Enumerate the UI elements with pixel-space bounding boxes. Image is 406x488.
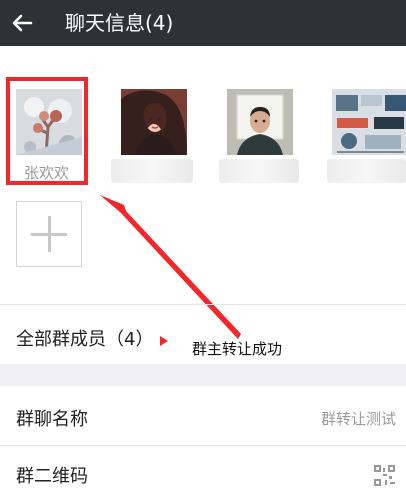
top-bar: 聊天信息(4) — [0, 0, 406, 46]
add-member-button[interactable] — [16, 201, 82, 267]
page-title: 聊天信息(4) — [65, 11, 174, 35]
group-name-value[interactable]: 群转让测试 — [321, 408, 396, 429]
red-triangle-marker — [160, 336, 168, 346]
divider-middle — [0, 445, 406, 446]
member-avatar-4[interactable] — [332, 89, 406, 155]
back-arrow-icon[interactable] — [9, 10, 35, 36]
all-members-row[interactable]: 全部群成员（4） — [16, 325, 153, 351]
qr-code-label: 群二维码 — [16, 466, 88, 487]
highlight-frame — [6, 77, 88, 185]
member-avatar-2[interactable] — [121, 89, 187, 155]
member-avatar-3[interactable] — [227, 89, 293, 155]
section-gap — [0, 364, 406, 386]
group-name-label: 群聊名称 — [16, 409, 88, 430]
qr-code-icon[interactable] — [374, 465, 395, 486]
annotation-text: 群主转让成功 — [192, 340, 283, 358]
member-name-2-blurred — [111, 159, 193, 183]
member-name-3-blurred — [219, 159, 299, 183]
member-name-4-blurred — [327, 159, 406, 183]
divider-top — [0, 304, 406, 305]
